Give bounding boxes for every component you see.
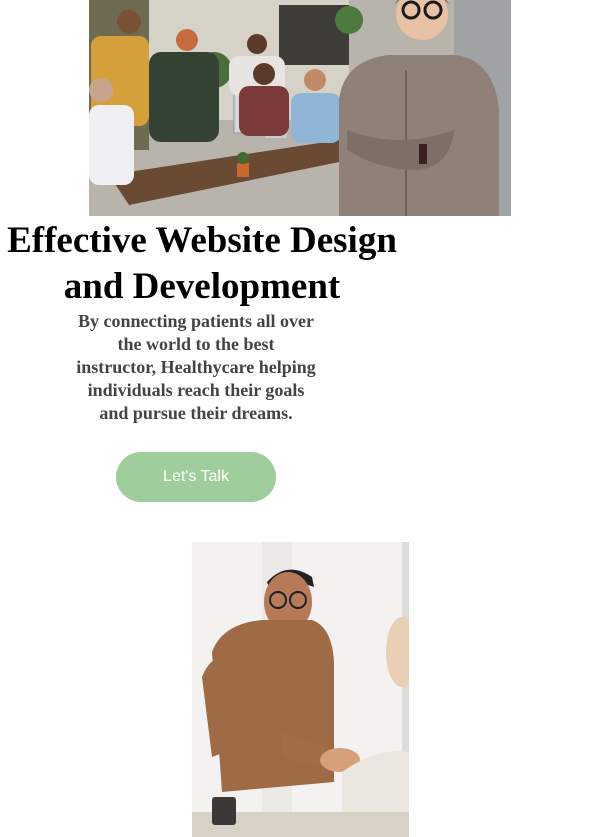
page-title: Effective Website Design and Development [7,220,397,307]
office-photo-graphic [89,0,511,216]
intro-text: By connecting patients all over the worl… [76,311,316,423]
lets-talk-button[interactable]: Let's Talk [116,452,276,502]
handshake-photo-graphic [192,542,409,837]
handshake-photo [192,542,409,837]
office-team-photo [89,0,511,216]
